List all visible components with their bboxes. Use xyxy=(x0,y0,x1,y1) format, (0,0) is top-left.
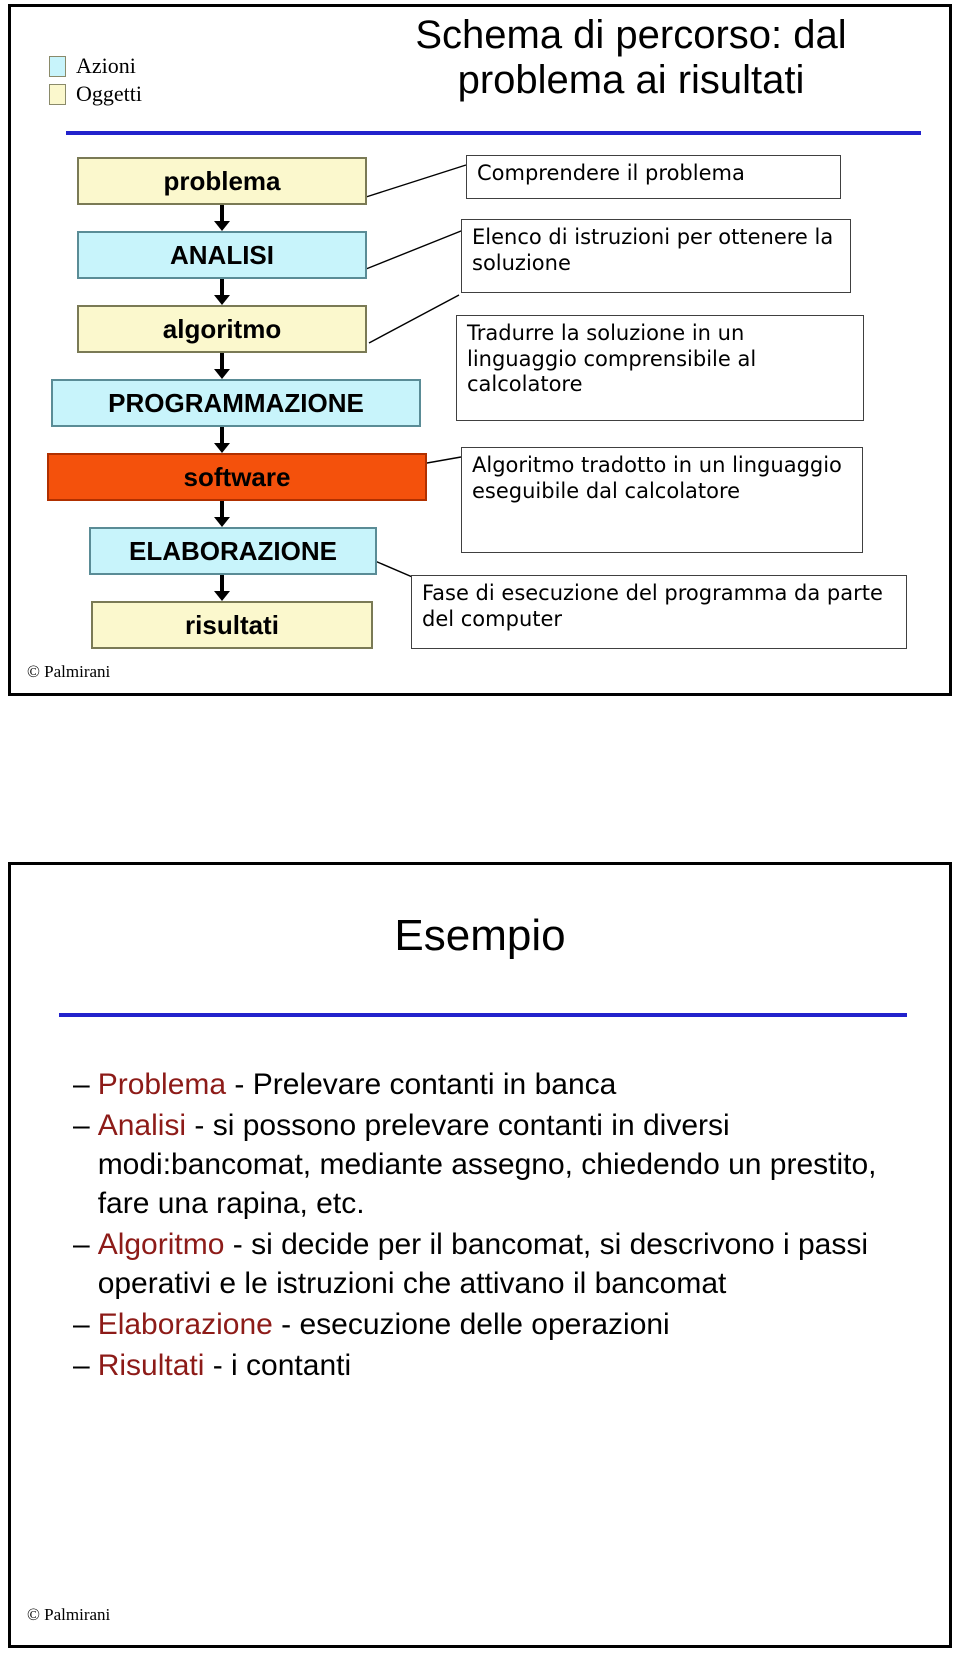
page-title-esempio: Esempio xyxy=(394,911,566,960)
flow-box-risultati-label: risultati xyxy=(185,609,279,640)
list-item-keyword: Problema xyxy=(97,1068,227,1101)
list-item: – Elaborazione - esecuzione delle operaz… xyxy=(73,1305,903,1344)
list-item: – Algoritmo - si decide per il bancomat,… xyxy=(73,1225,903,1303)
flow-box-analisi-label: ANALISI xyxy=(170,239,274,270)
list-item-rest: - Prelevare contanti in banca xyxy=(226,1068,617,1101)
description-box-fase-esecuzione: Fase di esecuzione del programma da part… xyxy=(411,575,907,649)
list-item-keyword: Analisi xyxy=(97,1109,187,1142)
list-item-rest: - si possono prelevare contanti in diver… xyxy=(97,1109,877,1220)
list-item-text: Risultati - i contanti xyxy=(98,1346,903,1385)
description-box-comprendere: Comprendere il problema xyxy=(466,155,841,199)
list-item-text: Algoritmo - si decide per il bancomat, s… xyxy=(98,1225,903,1303)
list-item-rest: - i contanti xyxy=(204,1349,352,1382)
flow-box-problema-label: problema xyxy=(163,165,281,196)
list-item-text: Problema - Prelevare contanti in banca xyxy=(98,1065,903,1104)
list-item-text: Elaborazione - esecuzione delle operazio… xyxy=(98,1305,903,1344)
bullet-dash-icon: – xyxy=(73,1349,90,1382)
title-divider-2 xyxy=(59,1013,907,1017)
bullet-dash-icon: – xyxy=(73,1109,90,1142)
list-item: – Risultati - i contanti xyxy=(73,1346,903,1385)
flow-box-programmazione-label: PROGRAMMAZIONE xyxy=(108,387,364,418)
flow-box-elaborazione-label: ELABORAZIONE xyxy=(129,535,337,566)
flow-box-software-label: software xyxy=(183,461,291,492)
list-item: – Problema - Prelevare contanti in banca xyxy=(73,1065,903,1104)
flow-box-algoritmo-label: algoritmo xyxy=(162,313,282,344)
bullet-dash-icon: – xyxy=(73,1068,90,1101)
slide-esempio: Esempio – Problema - Prelevare contanti … xyxy=(8,862,952,1648)
description-box-tradurre: Tradurre la soluzione in un linguaggio c… xyxy=(456,315,864,421)
description-box-algoritmo-tradotto: Algoritmo tradotto in un linguaggio eseg… xyxy=(461,447,863,553)
list-item-text: Analisi - si possono prelevare contanti … xyxy=(98,1106,903,1223)
bullet-dash-icon: – xyxy=(73,1308,90,1341)
bullet-list: – Problema - Prelevare contanti in banca… xyxy=(73,1065,903,1387)
flow-box-software: software xyxy=(47,453,427,501)
list-item-keyword: Elaborazione xyxy=(97,1308,273,1341)
bullet-dash-icon: – xyxy=(73,1228,90,1261)
list-item-keyword: Risultati xyxy=(97,1349,205,1382)
flow-box-elaborazione: ELABORAZIONE xyxy=(89,527,377,575)
flow-box-problema: problema xyxy=(77,157,367,205)
slide-schema-percorso: Azioni Oggetti Schema di percorso: dal p… xyxy=(8,4,952,696)
flow-box-programmazione: PROGRAMMAZIONE xyxy=(51,379,421,427)
description-box-elenco: Elenco di istruzioni per ottenere la sol… xyxy=(461,219,851,293)
list-item-keyword: Algoritmo xyxy=(97,1228,225,1261)
flow-box-analisi: ANALISI xyxy=(77,231,367,279)
copyright-slide1: © Palmirani xyxy=(27,662,111,681)
flow-box-risultati: risultati xyxy=(91,601,373,649)
list-item: – Analisi - si possono prelevare contant… xyxy=(73,1106,903,1223)
copyright-slide2: © Palmirani xyxy=(27,1605,111,1624)
list-item-rest: - esecuzione delle operazioni xyxy=(272,1308,670,1341)
flow-box-algoritmo: algoritmo xyxy=(77,305,367,353)
